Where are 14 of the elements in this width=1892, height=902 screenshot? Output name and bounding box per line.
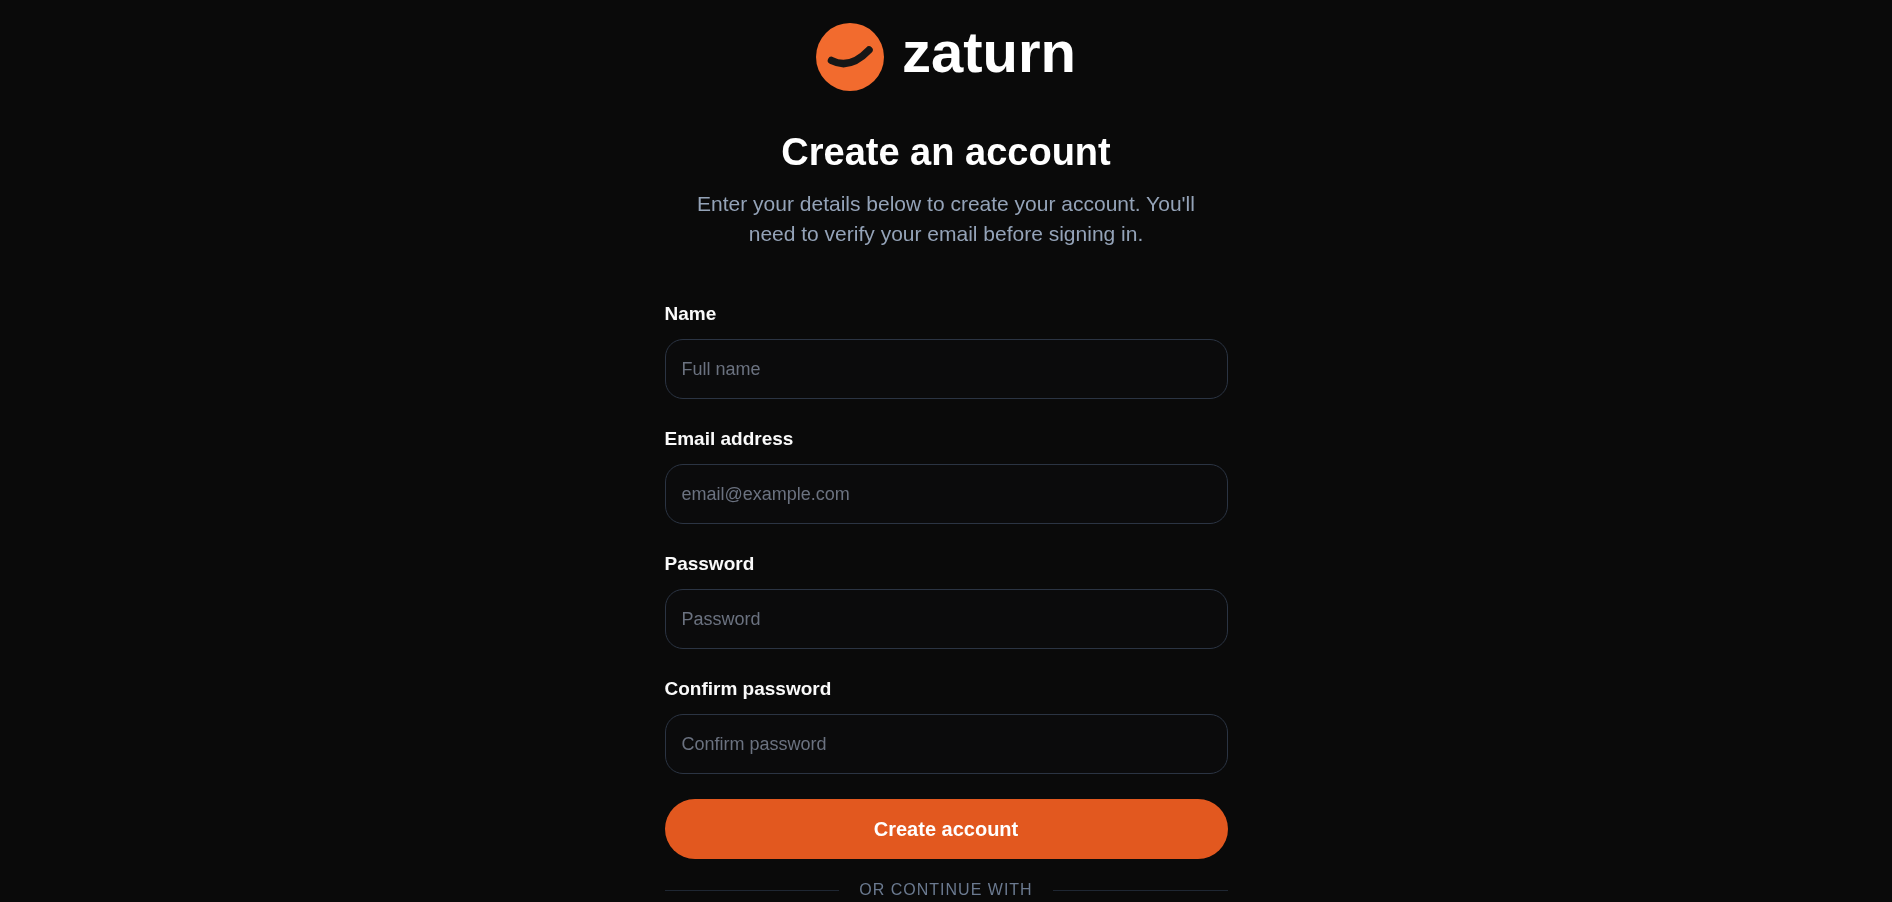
- field-label: Password: [664, 552, 755, 576]
- divider-text: OR CONTINUE WITH: [859, 881, 1033, 899]
- logo-icon: [816, 23, 884, 91]
- input-field[interactable]: email@example.com: [664, 464, 1228, 524]
- page-title: Create an account: [781, 130, 1111, 175]
- input-field[interactable]: Full name: [664, 339, 1228, 399]
- input-field[interactable]: Password: [664, 589, 1228, 649]
- create-account-button[interactable]: Create account: [664, 799, 1228, 859]
- logo-wordmark: zaturn: [902, 23, 1076, 86]
- subtitle-text: Enter your details below to create your account. You'll need to verify your email before signing in.: [696, 191, 1196, 247]
- field-label: Name: [664, 302, 717, 326]
- field-label: Confirm password: [664, 677, 832, 701]
- field-label: Email address: [664, 427, 794, 451]
- input-field[interactable]: Confirm password: [664, 714, 1228, 774]
